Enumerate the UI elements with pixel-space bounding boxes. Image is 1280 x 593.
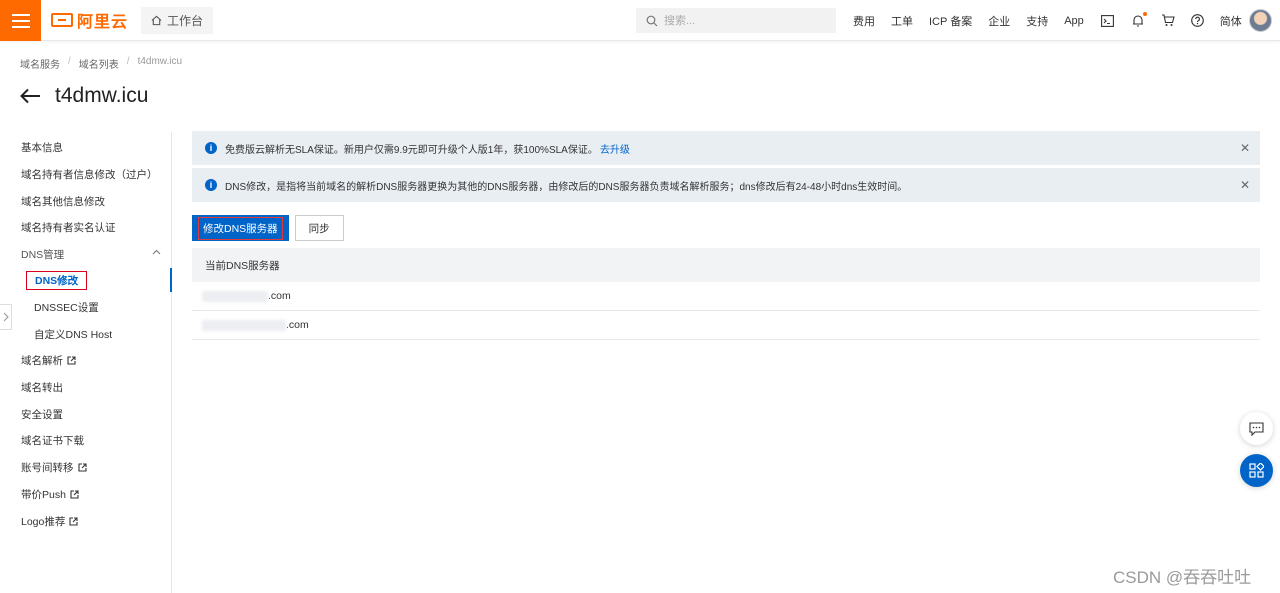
sidebar-item-label: 安全设置 [21,409,63,421]
sidebar-item-label: 域名持有者实名认证 [21,222,116,234]
close-icon[interactable]: ✕ [1240,142,1250,154]
sidebar-item-label: Logo推荐 [21,516,66,528]
sidebar-item-label: 域名证书下载 [21,435,84,447]
sidebar-item-label: 账号间转移 [21,462,74,474]
close-icon[interactable]: ✕ [1240,179,1250,191]
apps-button[interactable] [1240,454,1273,487]
sidebar-item-label: 自定义DNS Host [34,329,113,341]
breadcrumb-domain-service[interactable]: 域名服务 [20,56,60,71]
aliyun-logo[interactable]: 阿里云 [51,9,128,31]
sidebar-item-label: DNSSEC设置 [34,302,99,314]
breadcrumb-separator: / [68,56,71,67]
action-buttons: 修改DNS服务器 同步 [192,215,344,241]
sidebar-item-holder-change[interactable]: 域名持有者信息修改（过户） [21,167,158,182]
sidebar-group-dns-management[interactable]: DNS管理 [21,247,64,262]
language-switch[interactable]: 简体 [1220,13,1242,29]
sidebar-item-label: 域名持有者信息修改（过户） [21,169,158,181]
workbench-button[interactable]: 工作台 [141,7,214,34]
page-title: t4dmw.icu [55,84,149,107]
terminal-icon[interactable] [1100,13,1116,29]
sidebar-item-dns-modify[interactable]: DNS修改 [26,271,88,290]
feedback-button[interactable] [1240,412,1273,445]
external-link-icon [70,490,79,499]
chevron-right-icon [3,312,9,322]
redacted-text [202,290,268,302]
search-icon [646,15,658,26]
table-header: 当前DNS服务器 [192,248,1260,282]
alert-text: DNS修改，是指将当前域名的解析DNS服务器更换为其他的DNS服务器，由修改后的… [225,181,908,193]
sidebar-item-label: 基本信息 [21,142,63,154]
external-link-icon [77,463,87,472]
table-cell: .com [268,290,291,302]
aliyun-logo-icon [51,13,73,27]
sidebar-item-label: 域名转出 [21,382,63,394]
external-link-icon [69,517,78,526]
sidebar-item-transfer-out[interactable]: 域名转出 [21,380,63,395]
dns-info-alert: i DNS修改，是指将当前域名的解析DNS服务器更换为其他的DNS服务器，由修改… [192,168,1260,202]
sidebar-item-other-info[interactable]: 域名其他信息修改 [21,194,105,209]
hamburger-menu-button[interactable] [0,0,41,41]
redacted-text [202,319,286,331]
nav-enterprise[interactable]: 企业 [988,13,1010,29]
modify-dns-label: 修改DNS服务器 [198,216,283,240]
sidebar-item-label: 带价Push [21,489,66,501]
sidebar: 基本信息 域名持有者信息修改（过户） 域名其他信息修改 域名持有者实名认证 DN… [0,132,172,593]
alert-text: 免费版云解析无SLA保证。新用户仅需9.9元即可升级个人版1年，获100%SLA… [225,144,598,156]
dns-server-table: 当前DNS服务器 .com .com [192,248,1260,340]
nav-tickets[interactable]: 工单 [891,13,913,29]
table-cell: .com [286,319,309,331]
sidebar-item-domain-resolve[interactable]: 域名解析 [21,353,76,368]
nav-fees[interactable]: 费用 [853,13,875,29]
sidebar-item-label: 域名解析 [21,355,63,367]
breadcrumb-domain-list[interactable]: 域名列表 [79,56,119,71]
workbench-label: 工作台 [167,14,204,28]
nav-support[interactable]: 支持 [1026,13,1048,29]
info-icon: i [205,142,217,154]
breadcrumb-current: t4dmw.icu [137,56,183,67]
user-avatar[interactable] [1249,9,1272,32]
sidebar-item-basic-info[interactable]: 基本信息 [21,140,63,155]
sidebar-item-price-push[interactable]: 带价Push [21,487,79,502]
notification-dot [1142,11,1147,16]
breadcrumb: 域名服务 / 域名列表 / t4dmw.icu [20,56,182,71]
help-icon[interactable] [1190,13,1206,29]
page-header: t4dmw.icu [20,84,148,108]
cart-icon[interactable] [1160,13,1176,29]
search-box[interactable] [636,8,836,33]
nav-icp[interactable]: ICP 备案 [929,13,972,29]
chat-icon [1249,421,1264,436]
sidebar-item-label: 域名其他信息修改 [21,196,105,208]
info-icon: i [205,179,217,191]
sidebar-item-security-settings[interactable]: 安全设置 [21,407,63,422]
sidebar-item-realname[interactable]: 域名持有者实名认证 [21,220,116,235]
back-arrow-icon[interactable] [20,88,41,104]
logo-text: 阿里云 [77,14,129,31]
sidebar-item-custom-dns-host[interactable]: 自定义DNS Host [34,327,112,342]
notification-bell-icon[interactable] [1130,11,1147,29]
sync-button[interactable]: 同步 [294,215,344,241]
active-indicator [170,268,172,292]
watermark-text: CSDN @吞吞吐吐 [1113,568,1252,587]
top-navigation-bar: 阿里云 工作台 费用 工单 ICP 备案 企业 支持 App 简体 [0,0,1280,41]
table-row: .com [192,282,1260,311]
nav-app[interactable]: App [1064,15,1084,27]
sidebar-item-account-transfer[interactable]: 账号间转移 [21,460,87,475]
external-link-icon [67,356,76,365]
search-input[interactable] [664,14,824,27]
sidebar-item-label: DNS修改 [35,275,79,287]
modify-dns-button[interactable]: 修改DNS服务器 [192,215,289,241]
home-icon [151,15,162,26]
chevron-up-icon[interactable] [152,249,161,255]
sidebar-item-logo-recommend[interactable]: Logo推荐 [21,514,78,529]
upgrade-link[interactable]: 去升级 [600,141,630,156]
apps-grid-icon [1249,463,1264,478]
sidebar-group-label: DNS管理 [21,249,65,261]
sidebar-toggle-button[interactable] [0,304,12,330]
sidebar-item-dnssec[interactable]: DNSSEC设置 [34,300,99,315]
table-row: .com [192,311,1260,340]
breadcrumb-separator: / [126,56,130,67]
top-nav-links: 费用 工单 ICP 备案 企业 支持 App 简体 [853,0,1258,41]
upgrade-alert: i 免费版云解析无SLA保证。新用户仅需9.9元即可升级个人版1年，获100%S… [192,131,1260,165]
sidebar-item-cert-download[interactable]: 域名证书下载 [21,433,84,448]
